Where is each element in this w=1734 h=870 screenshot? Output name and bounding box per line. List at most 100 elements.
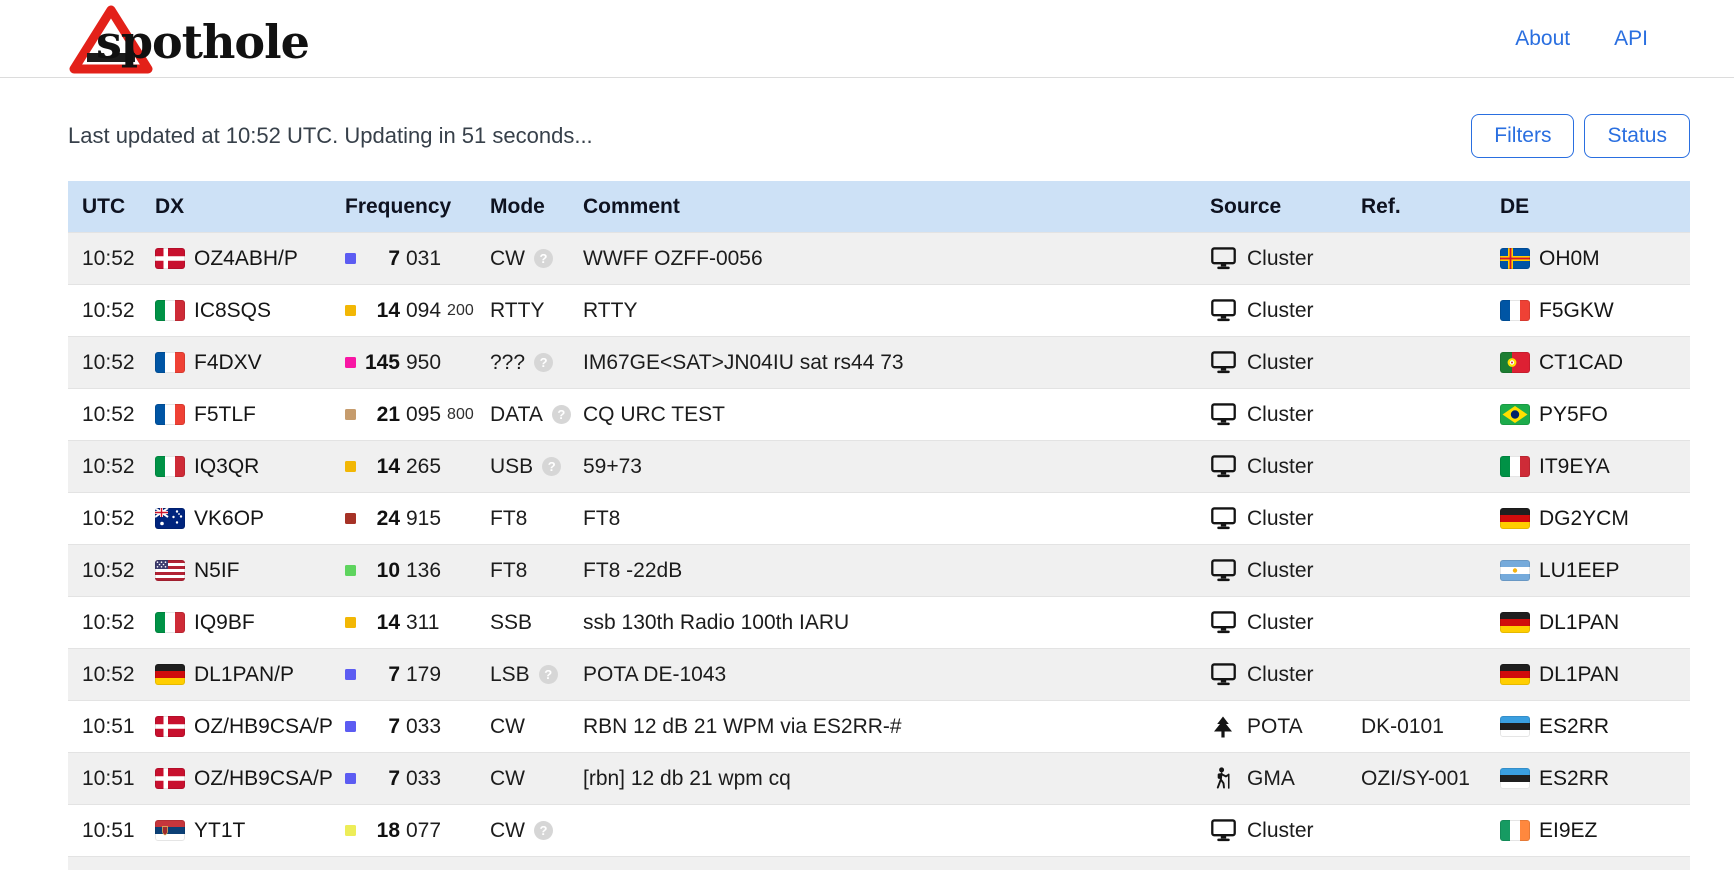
mode-label: CW: [490, 247, 525, 271]
de-cell: CT1CAD: [1486, 337, 1690, 389]
de-callsign[interactable]: DL1PAN: [1539, 611, 1619, 635]
status-bar: Last updated at 10:52 UTC. Updating in 5…: [68, 112, 1690, 159]
utc-cell: 10:52: [68, 389, 141, 441]
freq-mhz: 14: [356, 299, 400, 323]
frequency-cell: 7033: [331, 753, 476, 805]
dx-callsign[interactable]: OZ/HB9CSA/P: [194, 715, 333, 739]
nav-link-about[interactable]: About: [1515, 27, 1570, 51]
frequency-cell: 14265: [331, 441, 476, 493]
utc-cell: 10:52: [68, 597, 141, 649]
de-callsign[interactable]: LU1EEP: [1539, 559, 1620, 583]
de-callsign[interactable]: IT9EYA: [1539, 455, 1610, 479]
mode-help-icon[interactable]: ?: [534, 821, 553, 840]
de-callsign[interactable]: CT1CAD: [1539, 351, 1623, 375]
spot-row: 10:51YT1T18077CW?ClusterEI9EZ: [68, 805, 1690, 857]
comment-cell: 59+73: [569, 441, 1196, 493]
de-callsign[interactable]: DL1PAN: [1539, 663, 1619, 687]
flag-icon-aland: [1500, 248, 1530, 269]
de-callsign[interactable]: PY5FO: [1539, 403, 1608, 427]
freq-khz: 179: [406, 663, 441, 687]
col-header-ref: Ref.: [1347, 181, 1486, 233]
spot-row: 10:52DL1PAN/P7179LSB?POTA DE-1043Cluster…: [68, 649, 1690, 701]
de-cell: PY5FO: [1486, 389, 1690, 441]
de-callsign[interactable]: OH0M: [1539, 247, 1600, 271]
spot-row: 10:52F5TLF21095800DATA?CQ URC TESTCluste…: [68, 389, 1690, 441]
status-button[interactable]: Status: [1584, 114, 1690, 158]
freq-khz: 033: [406, 715, 441, 739]
freq-khz: 136: [406, 559, 441, 583]
source-label: POTA: [1247, 715, 1303, 739]
source-label: Cluster: [1247, 507, 1314, 531]
spot-row: 10:52F4DXV145950????IM67GE<SAT>JN04IU sa…: [68, 337, 1690, 389]
status-bar-buttons: Filters Status: [1471, 114, 1690, 158]
de-callsign[interactable]: DG2YCM: [1539, 507, 1629, 531]
freq-mhz: 7: [356, 247, 400, 271]
dx-callsign[interactable]: VK6OP: [194, 507, 264, 531]
freq-mhz: 14: [356, 611, 400, 635]
dx-callsign[interactable]: OZ/HB9CSA/P: [194, 767, 333, 791]
mode-help-icon[interactable]: ?: [539, 665, 558, 684]
de-cell: LU1EEP: [1486, 545, 1690, 597]
utc-cell: 10:52: [68, 285, 141, 337]
dx-callsign[interactable]: OZ4ABH/P: [194, 247, 298, 271]
table-header-row: UTC DX Frequency Mode Comment Source Ref…: [68, 181, 1690, 233]
mode-help-icon[interactable]: ?: [534, 353, 553, 372]
utc-cell: 10:51: [68, 753, 141, 805]
dx-callsign[interactable]: IQ3QR: [194, 455, 259, 479]
flag-icon-germany: [1500, 508, 1530, 529]
frequency-cell: 21095800: [331, 389, 476, 441]
freq-khz: 077: [406, 819, 441, 843]
de-callsign[interactable]: EI9EZ: [1539, 819, 1597, 843]
comment-cell: ssb 130th Radio 100th IARU: [569, 597, 1196, 649]
frequency-cell: 10136: [331, 545, 476, 597]
dx-cell: IQ3QR: [141, 441, 331, 493]
dx-callsign[interactable]: F5TLF: [194, 403, 256, 427]
site-logo[interactable]: spothole: [68, 3, 309, 75]
freq-khz: 031: [406, 247, 441, 271]
de-callsign[interactable]: ES2RR: [1539, 715, 1609, 739]
ref-cell: [1347, 337, 1486, 389]
mode-cell: CW: [476, 701, 569, 753]
filters-button[interactable]: Filters: [1471, 114, 1574, 158]
mode-help-icon[interactable]: ?: [552, 405, 571, 424]
flag-icon-estonia: [1500, 768, 1530, 789]
source-label: Cluster: [1247, 663, 1314, 687]
mode-help-icon[interactable]: ?: [534, 249, 553, 268]
mode-cell: FT8: [476, 493, 569, 545]
freq-mhz: 7: [356, 715, 400, 739]
frequency-cell: 7033: [331, 701, 476, 753]
source-cell: Cluster: [1196, 493, 1347, 545]
source-cell: POTA: [1196, 701, 1347, 753]
comment-cell: [569, 805, 1196, 857]
dx-callsign[interactable]: F4DXV: [194, 351, 262, 375]
band-color-square: [345, 773, 356, 784]
source-cell: Cluster: [1196, 233, 1347, 285]
flag-icon-germany: [155, 664, 185, 685]
freq-mhz: 145: [356, 351, 400, 375]
dx-callsign[interactable]: DL1PAN/P: [194, 663, 294, 687]
spot-row: 10:52IC8SQS14094200RTTYRTTYClusterF5GKW: [68, 285, 1690, 337]
de-callsign[interactable]: F5GKW: [1539, 299, 1614, 323]
de-callsign[interactable]: ES2RR: [1539, 767, 1609, 791]
utc-cell: 10:52: [68, 649, 141, 701]
comment-cell: FT8 -22dB: [569, 545, 1196, 597]
mode-cell: FT8: [476, 545, 569, 597]
nav-link-api[interactable]: API: [1614, 27, 1648, 51]
dx-callsign[interactable]: YT1T: [194, 819, 245, 843]
dx-callsign[interactable]: N5IF: [194, 559, 240, 583]
band-color-square: [345, 721, 356, 732]
dx-callsign[interactable]: IQ9BF: [194, 611, 255, 635]
mode-help-icon[interactable]: ?: [542, 457, 561, 476]
freq-mhz: 7: [356, 663, 400, 687]
source-label: Cluster: [1247, 247, 1314, 271]
ref-cell: [1347, 389, 1486, 441]
dx-cell: OZ/HB9CSA/P: [141, 701, 331, 753]
dx-callsign[interactable]: IC8SQS: [194, 299, 271, 323]
utc-cell: 10:51: [68, 701, 141, 753]
comment-cell: CQ URC TEST: [569, 389, 1196, 441]
col-header-frequency: Frequency: [331, 181, 476, 233]
de-cell: DL1PAN: [1486, 649, 1690, 701]
source-cell: Cluster: [1196, 337, 1347, 389]
dx-cell: OZ4ABH/P: [141, 233, 331, 285]
freq-khz: 915: [406, 507, 441, 531]
